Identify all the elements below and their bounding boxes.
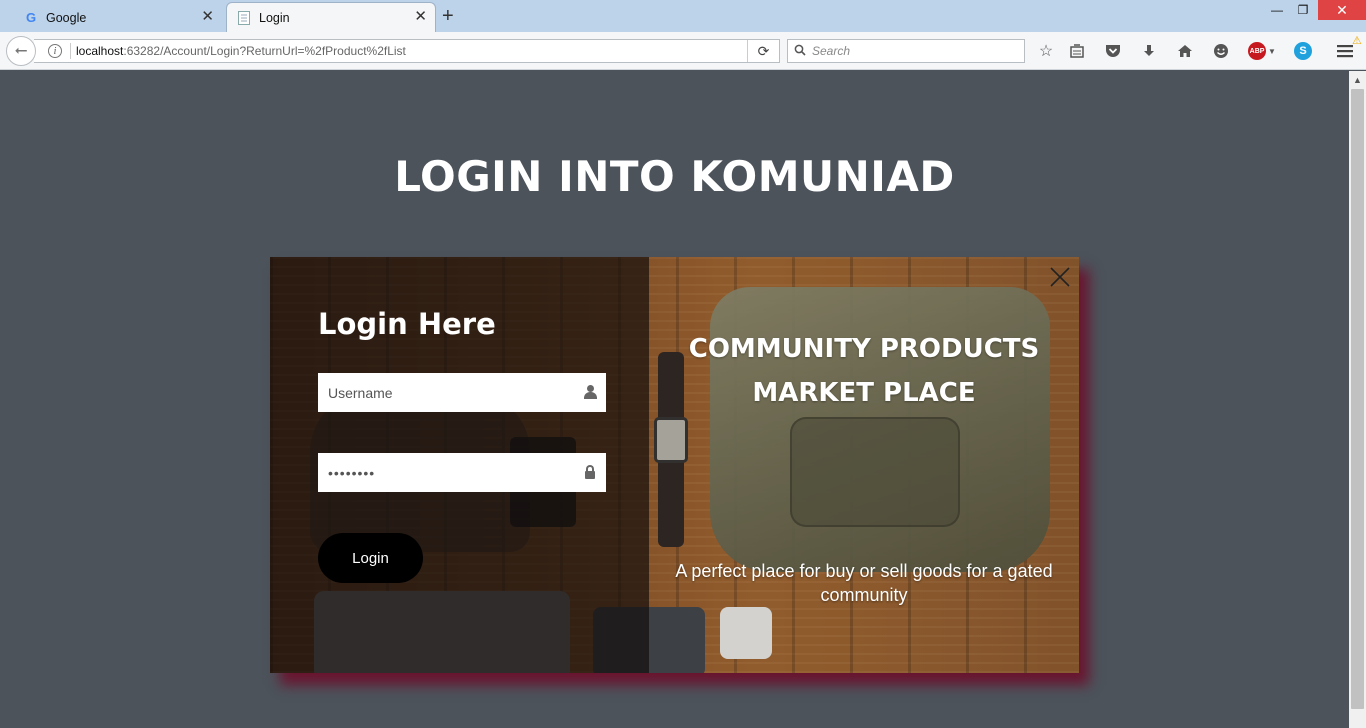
close-tab-icon[interactable]: ✕ <box>201 9 214 24</box>
username-input[interactable] <box>318 374 570 411</box>
pocket-icon[interactable] <box>1102 40 1124 62</box>
scroll-up-icon[interactable]: ▲ <box>1349 71 1366 88</box>
search-bar[interactable]: Search <box>787 39 1025 63</box>
close-icon[interactable] <box>1046 263 1074 291</box>
search-placeholder: Search <box>812 44 851 58</box>
tab-label: Login <box>259 10 290 25</box>
promo-panel <box>649 257 1079 673</box>
page-favicon-icon <box>237 10 251 25</box>
vertical-scrollbar[interactable]: ▲ <box>1349 71 1366 728</box>
close-tab-icon[interactable]: ✕ <box>414 9 427 24</box>
login-card: Login Here Login COMMUNITY PRODUCTS MARK… <box>270 257 1079 673</box>
tab-label: Google <box>46 10 87 25</box>
url-bar[interactable]: i localhost:63282/Account/Login?ReturnUr… <box>34 39 780 63</box>
warning-icon: ⚠ <box>1352 35 1362 47</box>
promo-title: COMMUNITY PRODUCTS MARKET PLACE <box>656 327 1072 415</box>
lock-icon <box>582 463 598 481</box>
home-icon[interactable] <box>1174 40 1196 62</box>
tab-login[interactable]: Login ✕ <box>226 2 436 32</box>
login-heading: Login Here <box>318 307 496 341</box>
promo-text: A perfect place for buy or sell goods fo… <box>675 561 1053 605</box>
url-path: :63282/Account/Login?ReturnUrl=%2fProduc… <box>123 44 406 58</box>
minimize-icon[interactable]: — <box>1264 0 1290 20</box>
reload-icon[interactable]: ⟳ <box>747 40 779 62</box>
download-icon[interactable] <box>1138 40 1160 62</box>
promo-title-line1: COMMUNITY PRODUCTS <box>688 334 1040 364</box>
google-favicon-icon: G <box>25 10 37 25</box>
promo-title-line2: MARKET PLACE <box>752 378 976 408</box>
hello-chat-icon[interactable] <box>1210 40 1232 62</box>
login-button[interactable]: Login <box>318 533 423 583</box>
adblock-plus-icon[interactable]: ABP ▼ <box>1247 40 1277 62</box>
reading-list-icon[interactable] <box>1066 40 1088 62</box>
search-icon <box>794 44 806 59</box>
scroll-thumb[interactable] <box>1351 89 1364 709</box>
page-title: LOGIN INTO KOMUNIAD <box>394 152 955 201</box>
new-tab-icon[interactable]: + <box>442 5 454 28</box>
tab-google[interactable]: G Google ✕ <box>14 3 222 32</box>
url-host: localhost <box>76 44 124 58</box>
username-field[interactable] <box>318 373 606 412</box>
tab-bar: G Google ✕ Login ✕ + — ❐ ✕ <box>0 0 1366 32</box>
password-field[interactable] <box>318 453 606 492</box>
navigation-bar: i localhost:63282/Account/Login?ReturnUr… <box>0 32 1366 70</box>
info-icon[interactable]: i <box>48 44 62 58</box>
password-input[interactable] <box>318 454 570 491</box>
user-icon <box>582 383 598 401</box>
arrow-left-icon: ⭠ <box>14 42 28 59</box>
window-close-icon[interactable]: ✕ <box>1318 0 1366 20</box>
skype-icon[interactable]: S <box>1292 40 1314 62</box>
back-button[interactable]: ⭠ <box>6 36 36 66</box>
restore-icon[interactable]: ❐ <box>1290 0 1316 20</box>
bookmark-star-icon[interactable]: ☆ <box>1035 40 1057 62</box>
